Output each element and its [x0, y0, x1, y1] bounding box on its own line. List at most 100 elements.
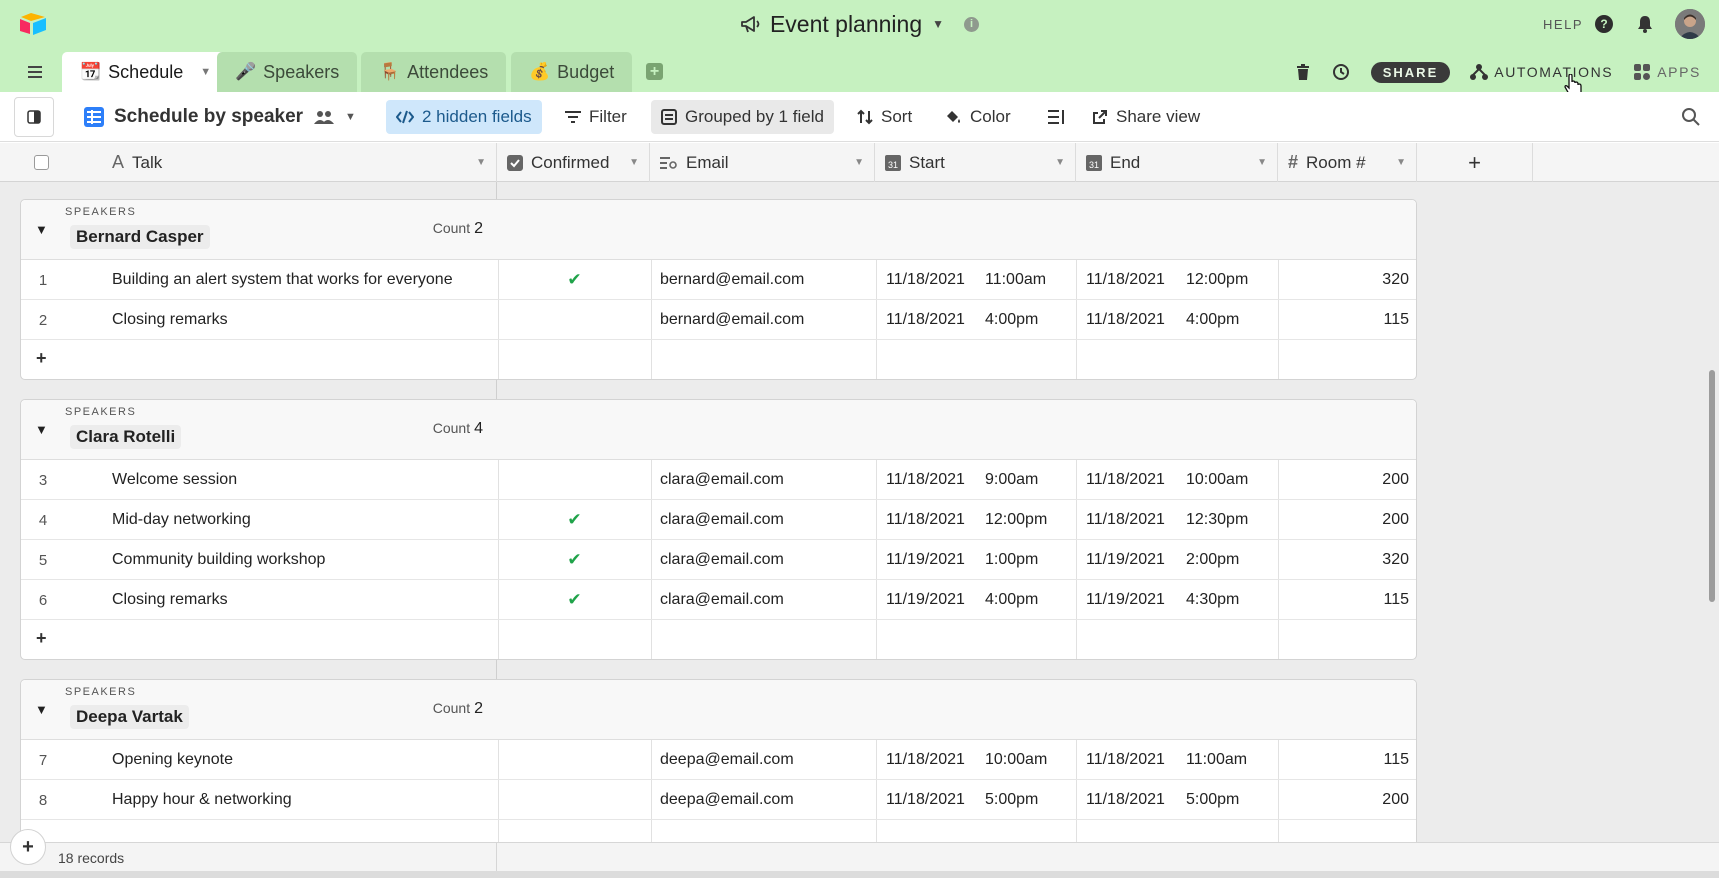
sidebar-toggle-button[interactable]: [14, 97, 54, 137]
hamburger-menu-icon[interactable]: [24, 62, 48, 82]
cell-talk[interactable]: Building an alert system that works for …: [112, 260, 453, 300]
color-button[interactable]: Color: [934, 100, 1021, 134]
sort-button[interactable]: Sort: [847, 100, 922, 134]
table-row[interactable]: 3 Welcome session clara@email.com 11/18/…: [21, 460, 1416, 500]
cell-talk[interactable]: Closing remarks: [112, 580, 228, 620]
add-record-button[interactable]: +: [10, 829, 46, 865]
group-header[interactable]: SPEAKERS ▼ Bernard Casper Count 2: [21, 200, 1416, 260]
cell-end-date[interactable]: 11/19/2021: [1086, 540, 1165, 580]
cell-end-time[interactable]: 4:00pm: [1186, 300, 1239, 340]
view-switcher[interactable]: Schedule by speaker ▼: [84, 92, 356, 142]
cell-start-time[interactable]: 12:00pm: [985, 500, 1047, 540]
cell-start-date[interactable]: 11/18/2021: [886, 740, 965, 780]
checkmark-icon[interactable]: ✔: [498, 260, 651, 300]
row-height-button[interactable]: [1038, 100, 1076, 134]
trash-icon[interactable]: [1295, 63, 1311, 81]
column-menu-chevron-icon[interactable]: ▼: [1257, 157, 1267, 168]
cell-email[interactable]: bernard@email.com: [660, 260, 804, 300]
cell-end-time[interactable]: 12:00pm: [1186, 260, 1248, 300]
cell-start-time[interactable]: 5:00pm: [985, 780, 1038, 820]
cell-start-time[interactable]: 9:00am: [985, 460, 1038, 500]
cell-start-time[interactable]: 10:00am: [985, 740, 1047, 780]
column-header-end[interactable]: 31 End ▼: [1076, 143, 1278, 182]
table-row[interactable]: 4 Mid-day networking ✔ clara@email.com 1…: [21, 500, 1416, 540]
cell-start-time[interactable]: 4:00pm: [985, 300, 1038, 340]
column-menu-chevron-icon[interactable]: ▼: [854, 157, 864, 168]
cell-talk[interactable]: Community building workshop: [112, 540, 325, 580]
cell-end-time[interactable]: 11:00am: [1186, 740, 1247, 780]
help-icon[interactable]: ?: [1595, 15, 1613, 33]
add-record-row[interactable]: +: [21, 620, 1416, 659]
column-header-talk[interactable]: A Talk ▼: [90, 143, 497, 182]
search-icon[interactable]: [1681, 107, 1701, 127]
cell-talk[interactable]: Opening keynote: [112, 740, 233, 780]
checkmark-icon[interactable]: [498, 460, 651, 500]
cell-start-date[interactable]: 11/18/2021: [886, 260, 965, 300]
cell-room[interactable]: 115: [1276, 300, 1409, 340]
cell-room[interactable]: 320: [1276, 260, 1409, 300]
cell-end-date[interactable]: 11/19/2021: [1086, 580, 1165, 620]
cell-end-time[interactable]: 12:30pm: [1186, 500, 1248, 540]
tab-attendees[interactable]: 🪑 Attendees: [361, 52, 507, 92]
cell-email[interactable]: deepa@email.com: [660, 740, 794, 780]
cell-start-date[interactable]: 11/18/2021: [886, 500, 965, 540]
table-row[interactable]: 2 Closing remarks bernard@email.com 11/1…: [21, 300, 1416, 340]
column-menu-chevron-icon[interactable]: ▼: [476, 157, 486, 168]
share-button[interactable]: SHARE: [1370, 61, 1451, 83]
cell-room[interactable]: 200: [1276, 460, 1409, 500]
cell-talk[interactable]: Happy hour & networking: [112, 780, 292, 820]
history-icon[interactable]: [1331, 62, 1351, 82]
view-menu-chevron-icon[interactable]: ▼: [345, 111, 356, 123]
table-row[interactable]: 5 Community building workshop ✔ clara@em…: [21, 540, 1416, 580]
cell-start-time[interactable]: 4:00pm: [985, 580, 1038, 620]
cell-talk[interactable]: Welcome session: [112, 460, 237, 500]
info-icon[interactable]: i: [964, 16, 980, 32]
share-view-button[interactable]: Share view: [1082, 100, 1210, 134]
column-menu-chevron-icon[interactable]: ▼: [629, 157, 639, 168]
cell-start-date[interactable]: 11/19/2021: [886, 540, 965, 580]
cell-start-date[interactable]: 11/18/2021: [886, 300, 965, 340]
add-record-row[interactable]: +: [21, 340, 1416, 379]
cell-email[interactable]: bernard@email.com: [660, 300, 804, 340]
cell-end-time[interactable]: 2:00pm: [1186, 540, 1239, 580]
tab-budget[interactable]: 💰 Budget: [511, 52, 633, 92]
table-row[interactable]: 6 Closing remarks ✔ clara@email.com 11/1…: [21, 580, 1416, 620]
cell-end-time[interactable]: 4:30pm: [1186, 580, 1239, 620]
vertical-scrollbar[interactable]: [1709, 370, 1715, 602]
cell-email[interactable]: clara@email.com: [660, 500, 784, 540]
cell-talk[interactable]: Mid-day networking: [112, 500, 251, 540]
add-field-button[interactable]: +: [1417, 143, 1533, 182]
table-row[interactable]: 7 Opening keynote deepa@email.com 11/18/…: [21, 740, 1416, 780]
cell-start-date[interactable]: 11/19/2021: [886, 580, 965, 620]
cell-room[interactable]: 320: [1276, 540, 1409, 580]
cell-email[interactable]: clara@email.com: [660, 540, 784, 580]
column-header-room[interactable]: # Room # ▼: [1278, 143, 1417, 182]
notification-bell-icon[interactable]: [1635, 14, 1655, 34]
filter-button[interactable]: Filter: [555, 100, 637, 134]
add-record-icon[interactable]: +: [36, 628, 47, 649]
group-button[interactable]: Grouped by 1 field: [651, 100, 834, 134]
cell-end-date[interactable]: 11/18/2021: [1086, 500, 1165, 540]
add-table-icon[interactable]: +: [646, 63, 663, 80]
column-header-email[interactable]: Email ▼: [650, 143, 875, 182]
column-menu-chevron-icon[interactable]: ▼: [1055, 157, 1065, 168]
cell-room[interactable]: 115: [1276, 740, 1409, 780]
group-header[interactable]: SPEAKERS ▼ Clara Rotelli Count 4: [21, 400, 1416, 460]
cell-room[interactable]: 200: [1276, 500, 1409, 540]
cell-end-date[interactable]: 11/18/2021: [1086, 260, 1165, 300]
cell-email[interactable]: clara@email.com: [660, 460, 784, 500]
group-header[interactable]: SPEAKERS ▼ Deepa Vartak Count 2: [21, 680, 1416, 740]
select-all-checkbox[interactable]: [34, 155, 49, 170]
base-menu-chevron-icon[interactable]: ▼: [932, 17, 944, 31]
cell-end-date[interactable]: 11/18/2021: [1086, 300, 1165, 340]
help-link[interactable]: HELP: [1543, 17, 1583, 32]
table-row[interactable]: 8 Happy hour & networking deepa@email.co…: [21, 780, 1416, 820]
cell-email[interactable]: clara@email.com: [660, 580, 784, 620]
cell-room[interactable]: 115: [1276, 580, 1409, 620]
cell-start-date[interactable]: 11/18/2021: [886, 460, 965, 500]
cell-room[interactable]: 200: [1276, 780, 1409, 820]
checkmark-icon[interactable]: [498, 780, 651, 820]
column-header-confirmed[interactable]: Confirmed ▼: [497, 143, 650, 182]
hide-fields-button[interactable]: 2 hidden fields: [386, 100, 542, 134]
tab-chevron-down-icon[interactable]: ▼: [200, 66, 211, 78]
